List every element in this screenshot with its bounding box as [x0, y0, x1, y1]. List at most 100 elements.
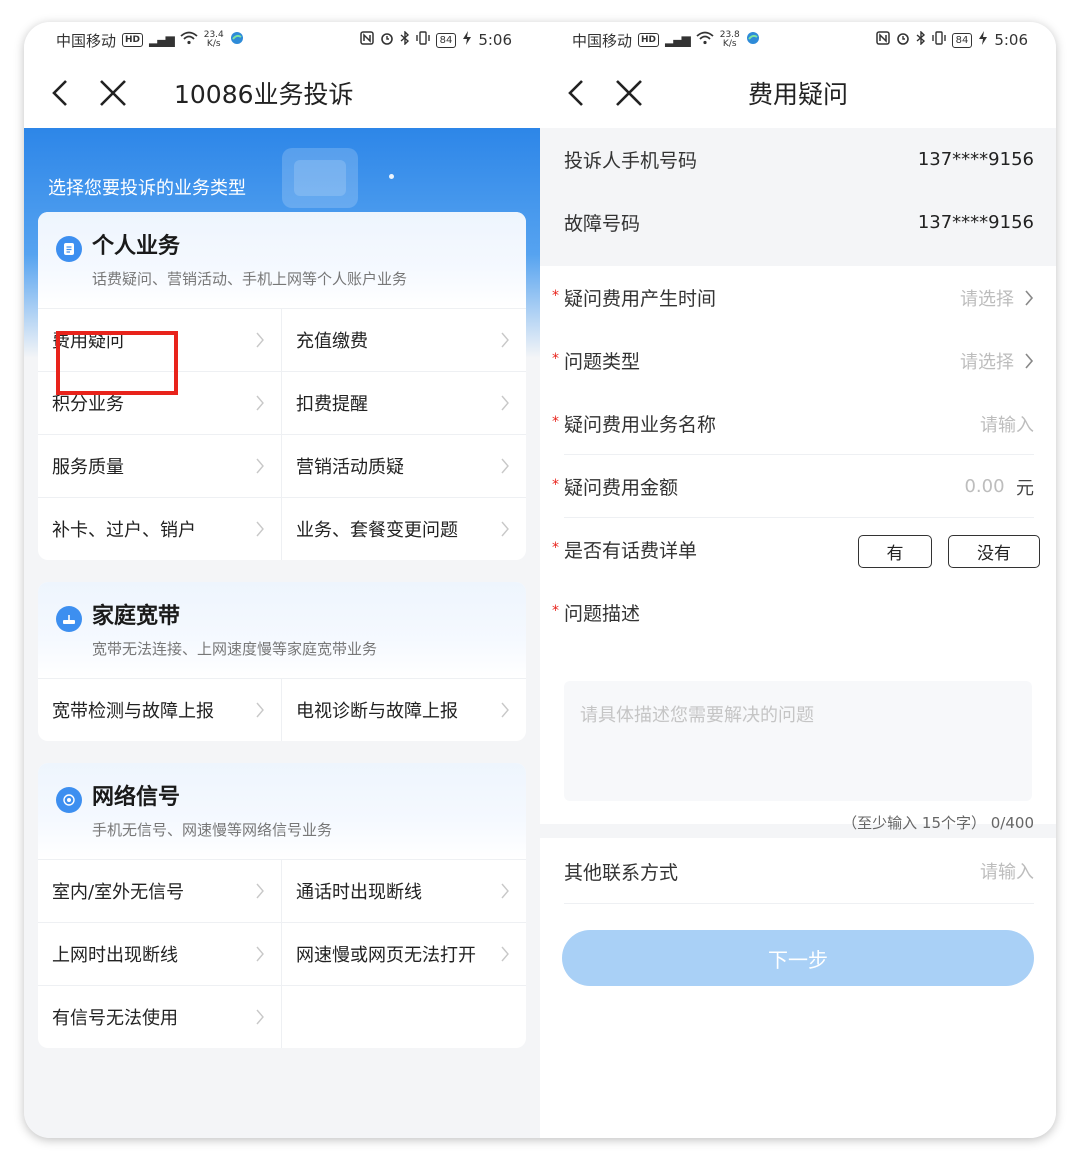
alarm-icon: [896, 31, 910, 49]
option-label: 扣费提醒: [296, 394, 368, 415]
description-textarea[interactable]: 请具体描述您需要解决的问题: [564, 681, 1032, 801]
nfc-icon: [875, 31, 890, 49]
option-label: 服务质量: [52, 457, 124, 478]
option-broadband-diagnosis[interactable]: 宽带检测与故障上报: [38, 678, 282, 741]
info-value: 137****9156: [917, 212, 1034, 233]
issue-type-picker[interactable]: 请选择: [960, 329, 1034, 392]
nav-bar: 费用疑问: [540, 58, 1056, 128]
close-button[interactable]: [88, 58, 138, 128]
alarm-icon: [380, 31, 394, 49]
option-sim-transfer-cancel[interactable]: 补卡、过户、销户: [38, 497, 282, 560]
charging-icon: [462, 31, 472, 49]
hd-icon: HD: [638, 33, 660, 47]
field-other-contact[interactable]: 其他联系方式 请输入: [540, 838, 1056, 904]
close-button[interactable]: [604, 58, 654, 128]
field-fee-time[interactable]: * 疑问费用产生时间 请选择: [540, 266, 1056, 329]
complaint-category-screen: 中国移动 HD ▂▄▆ 23.4 K/s 84 5:06 10086业务投诉 选…: [24, 22, 540, 1138]
field-label: 其他联系方式: [564, 861, 679, 884]
card-network-signal: 网络信号 手机无信号、网速慢等网络信号业务 室内/室外无信号 通话时出现断线 上…: [38, 763, 526, 1048]
yes-option-button[interactable]: 有: [858, 535, 932, 568]
field-label: 问题描述: [564, 603, 641, 625]
info-label: 投诉人手机号码: [564, 150, 698, 172]
nfc-icon: [359, 31, 374, 49]
field-service-name[interactable]: * 疑问费用业务名称 请输入: [540, 392, 1056, 455]
clock-time: 5:06: [994, 31, 1028, 49]
info-label: 故障号码: [564, 213, 641, 235]
card-personal-business: 个人业务 话费疑问、营销活动、手机上网等个人账户业务 费用疑问 充值缴费 积分业…: [38, 212, 526, 560]
chevron-right-icon: [501, 946, 509, 962]
option-no-signal[interactable]: 室内/室外无信号: [38, 859, 282, 922]
option-deduction-reminder[interactable]: 扣费提醒: [282, 371, 526, 434]
other-contact-input[interactable]: 请输入: [980, 838, 1034, 904]
chevron-right-icon: [1025, 289, 1034, 306]
option-data-drop[interactable]: 上网时出现断线: [38, 922, 282, 985]
field-issue-type[interactable]: * 问题类型 请选择: [540, 329, 1056, 392]
option-label: 通话时出现断线: [296, 882, 422, 903]
card-home-broadband: 家庭宽带 宽带无法连接、上网速度慢等家庭宽带业务 宽带检测与故障上报 电视诊断与…: [38, 582, 526, 741]
field-label: 疑问费用金额: [564, 477, 679, 499]
fee-inquiry-form-screen: 中国移动 HD ▂▄▆ 23.8 K/s 84 5:06 费用疑问 投诉人手机号…: [540, 22, 1056, 1138]
option-call-drop[interactable]: 通话时出现断线: [282, 859, 526, 922]
input-placeholder: 0.00: [964, 476, 1005, 497]
option-service-quality[interactable]: 服务质量: [38, 434, 282, 497]
net-speed: 23.4 K/s: [203, 30, 224, 49]
hero-instruction: 选择您要投诉的业务类型: [48, 178, 246, 199]
textarea-placeholder: 请具体描述您需要解决的问题: [580, 705, 814, 726]
option-points-business[interactable]: 积分业务: [38, 371, 282, 434]
chevron-right-icon: [501, 702, 509, 718]
close-icon: [100, 80, 126, 106]
divider: [564, 903, 1034, 904]
status-bar: 中国移动 HD ▂▄▆ 23.8 K/s 84 5:06: [540, 22, 1056, 58]
field-label: 疑问费用业务名称: [564, 414, 717, 436]
info-value: 137****9156: [917, 149, 1034, 170]
signal-icon: ▂▄▆: [665, 33, 691, 47]
option-plan-change[interactable]: 业务、套餐变更问题: [282, 497, 526, 560]
signal-broadcast-icon: [56, 787, 82, 813]
fee-amount-input[interactable]: 0.00 元: [964, 455, 1034, 518]
carrier-name: 中国移动: [572, 31, 633, 50]
info-row-phone: 投诉人手机号码 137****9156: [540, 128, 1056, 191]
field-fee-amount[interactable]: * 疑问费用金额 0.00 元: [540, 455, 1056, 518]
field-description: * 问题描述: [540, 581, 1056, 644]
input-placeholder: 请输入: [980, 414, 1034, 436]
input-placeholder: 请输入: [980, 862, 1034, 883]
option-tv-diagnosis[interactable]: 电视诊断与故障上报: [282, 678, 526, 741]
option-label: 上网时出现断线: [52, 945, 178, 966]
chevron-right-icon: [256, 521, 264, 537]
required-mark: *: [552, 351, 559, 367]
option-slow-network[interactable]: 网速慢或网页无法打开: [282, 922, 526, 985]
card-header: 家庭宽带 宽带无法连接、上网速度慢等家庭宽带业务: [38, 582, 526, 678]
nav-bar: 10086业务投诉: [24, 58, 540, 128]
currency-unit: 元: [1016, 477, 1034, 499]
option-label: 有信号无法使用: [52, 1008, 178, 1029]
option-fee-inquiry[interactable]: 费用疑问: [38, 308, 282, 371]
service-name-input[interactable]: 请输入: [980, 392, 1034, 455]
wifi-icon: [696, 31, 714, 49]
option-signal-unusable[interactable]: 有信号无法使用: [38, 985, 282, 1048]
fee-time-picker[interactable]: 请选择: [960, 266, 1034, 329]
document-icon: [56, 236, 82, 262]
empty-cell: [282, 985, 526, 1048]
option-label: 积分业务: [52, 394, 124, 415]
net-speed: 23.8 K/s: [719, 30, 740, 49]
option-recharge-payment[interactable]: 充值缴费: [282, 308, 526, 371]
fee-inquiry-form: * 疑问费用产生时间 请选择 * 问题类型 请选择 * 疑问费用业务名称 请输入…: [540, 266, 1056, 832]
option-label: 室内/室外无信号: [52, 882, 185, 903]
category-cards: 个人业务 话费疑问、营销活动、手机上网等个人账户业务 费用疑问 充值缴费 积分业…: [38, 212, 526, 1070]
router-icon: [56, 606, 82, 632]
app-icon: [746, 31, 760, 49]
back-button[interactable]: [36, 58, 86, 128]
field-label: 疑问费用产生时间: [564, 288, 717, 310]
no-option-button[interactable]: 没有: [948, 535, 1040, 568]
chevron-right-icon: [501, 458, 509, 474]
field-label: 是否有话费详单: [564, 540, 698, 562]
vibrate-icon: [415, 31, 430, 49]
required-mark: *: [552, 477, 559, 493]
back-button[interactable]: [552, 58, 602, 128]
chevron-left-icon: [52, 80, 67, 106]
option-label: 费用疑问: [52, 331, 124, 352]
option-marketing-dispute[interactable]: 营销活动质疑: [282, 434, 526, 497]
next-step-button[interactable]: 下一步: [562, 930, 1034, 986]
vibrate-icon: [931, 31, 946, 49]
option-label: 充值缴费: [296, 331, 368, 352]
